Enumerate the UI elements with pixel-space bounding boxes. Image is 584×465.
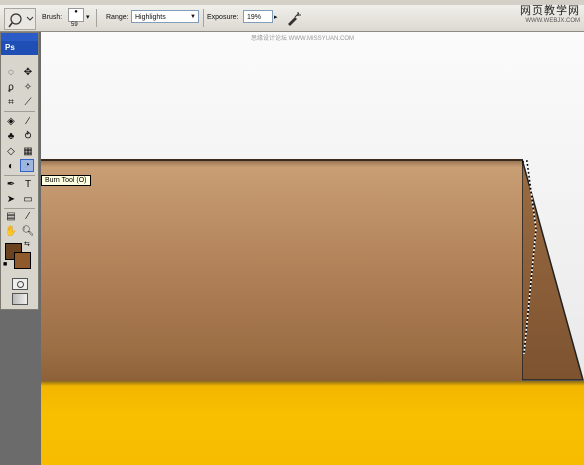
type-tool-icon[interactable]: T (21, 178, 35, 191)
history-brush-tool-icon[interactable]: ⥁ (21, 130, 35, 143)
blur-tool-icon[interactable]: ◐ (4, 160, 18, 173)
magic-wand-tool-icon[interactable]: ✧ (21, 81, 35, 94)
slice-tool-icon[interactable]: ⟋ (21, 96, 35, 109)
canvas-watermark: 思缘设计论坛 WWW.MISSYUAN.COM (251, 36, 354, 42)
crop-tool-icon[interactable]: ⌗ (4, 96, 18, 109)
eyedropper-tool-icon[interactable]: ⁄ (21, 210, 35, 223)
screen-mode-button[interactable] (12, 293, 28, 305)
clone-stamp-tool-icon[interactable]: ♣ (4, 130, 18, 143)
box-yellow-band (41, 381, 584, 465)
workspace-background (0, 310, 41, 465)
move-tool-icon[interactable]: ✥ (21, 66, 35, 79)
background-color-swatch[interactable] (14, 252, 31, 269)
exposure-label: Exposure: (207, 14, 239, 21)
box-side-flap (522, 159, 584, 381)
brush-size: 59 (71, 22, 78, 28)
range-value: Highlights (135, 14, 166, 21)
document-canvas[interactable]: 思缘设计论坛 WWW.MISSYUAN.COM (41, 32, 584, 465)
brush-label: Brush: (42, 14, 63, 21)
options-bar: Brush: ● 59 ▾ Range: Highlights ▼ Exposu… (0, 5, 584, 32)
notes-tool-icon[interactable]: ▤ (4, 210, 18, 223)
exposure-value: 19% (247, 14, 262, 21)
divider (96, 9, 97, 27)
burn-tool-preset-icon (8, 13, 34, 28)
tool-preset-picker[interactable] (4, 8, 36, 30)
eraser-tool-icon[interactable]: ◇ (4, 145, 18, 158)
burn-tool-tooltip: Burn Tool (O) (41, 175, 91, 186)
default-colors-icon[interactable]: ■ (3, 261, 7, 268)
brush-dropdown-icon[interactable]: ▾ (86, 13, 90, 21)
hand-tool-icon[interactable]: ✋ (4, 225, 18, 238)
healing-brush-tool-icon[interactable]: ◈ (4, 115, 18, 128)
quick-mask-button[interactable] (12, 278, 28, 290)
chevron-down-icon: ▼ (190, 14, 196, 20)
range-select[interactable]: Highlights ▼ (131, 10, 199, 23)
box-front-panel (41, 159, 522, 385)
site-watermark: 网页教学网 WWW.WEBJX.COM (520, 2, 580, 24)
range-label: Range: (106, 14, 129, 21)
brush-picker[interactable]: ● (68, 8, 84, 22)
lasso-tool-icon[interactable]: ϼ (4, 81, 18, 94)
gradient-tool-icon[interactable]: ▦ (21, 145, 35, 158)
watermark-cn: 网页教学网 (520, 5, 580, 17)
exposure-slider-arrow-icon[interactable]: ▸ (274, 13, 278, 21)
toolbox-panel: Ps ◌ ✥ ϼ ✧ ⌗ ⟋ ◈ ∕ ♣ ⥁ ◇ ▦ ◐ ◔ ✒ T ➤ ▭ ▤… (0, 32, 39, 310)
exposure-input[interactable]: 19% (243, 10, 273, 23)
ps-logo[interactable]: Ps (1, 41, 38, 55)
divider (4, 208, 35, 209)
divider (203, 9, 204, 27)
divider (4, 175, 35, 176)
airbrush-icon (288, 12, 301, 26)
swap-colors-icon[interactable]: ⇆ (24, 240, 30, 248)
burn-tool-icon[interactable]: ◔ (20, 159, 34, 172)
divider (4, 111, 35, 112)
toolbox-titlebar[interactable] (1, 33, 38, 41)
path-selection-tool-icon[interactable]: ➤ (4, 193, 18, 206)
brush-tool-icon[interactable]: ∕ (21, 115, 35, 128)
shape-tool-icon[interactable]: ▭ (21, 193, 35, 206)
pen-tool-icon[interactable]: ✒ (4, 178, 18, 191)
watermark-en: WWW.WEBJX.COM (525, 18, 580, 24)
zoom-tool-icon[interactable]: 🔍︎ (21, 225, 35, 238)
marquee-tool-icon[interactable]: ◌ (4, 66, 18, 79)
airbrush-button[interactable] (286, 10, 302, 26)
